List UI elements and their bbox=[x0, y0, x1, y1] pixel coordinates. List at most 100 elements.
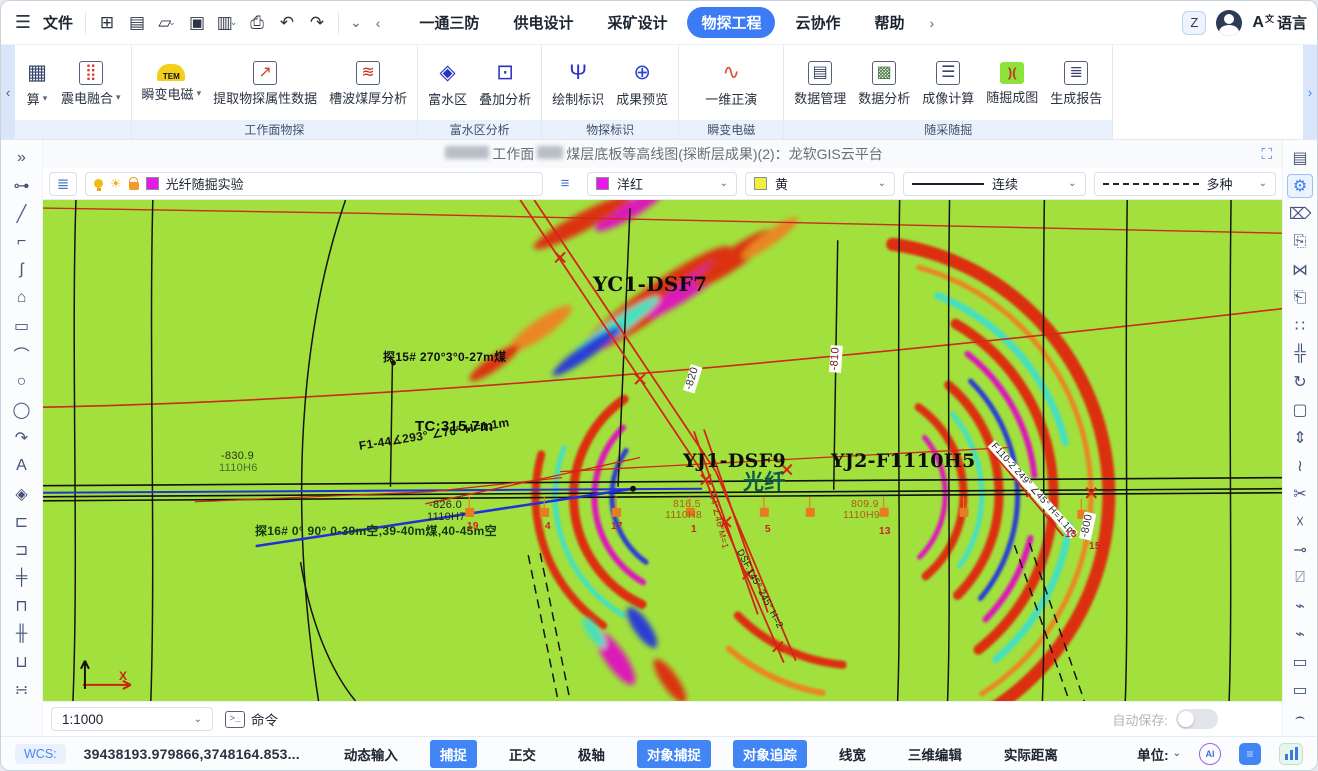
fullscreen-icon[interactable]: ⛶ bbox=[1261, 146, 1272, 163]
text-tool-icon[interactable]: A bbox=[9, 454, 35, 478]
group-icon[interactable]: ∷ bbox=[1287, 314, 1313, 338]
status-toggle-捕捉[interactable]: 捕捉 bbox=[430, 740, 477, 768]
language-switcher[interactable]: A文 语言 bbox=[1252, 12, 1307, 33]
user-avatar[interactable] bbox=[1216, 10, 1242, 36]
spline-tool-icon[interactable]: ʃ bbox=[9, 258, 35, 282]
scale-dropdown[interactable]: 1:1000 ⌄ bbox=[51, 707, 213, 731]
redo-icon[interactable]: ↷ bbox=[304, 10, 330, 36]
ribbon-item-extract-geophysical-attributes[interactable]: ↗提取物探属性数据 bbox=[213, 61, 317, 107]
hatch-tool-icon[interactable]: ◈ bbox=[9, 482, 35, 506]
circle-tool-icon[interactable]: ○ bbox=[9, 370, 35, 394]
align-middle-icon[interactable]: ╫ bbox=[9, 622, 35, 646]
ellipse-tool-icon[interactable]: ◯ bbox=[9, 398, 35, 422]
layer-stack-icon[interactable]: ≡ bbox=[551, 172, 579, 196]
line-tool-icon[interactable]: ╱ bbox=[9, 202, 35, 226]
polygon-tool-icon[interactable]: ⌂ bbox=[9, 286, 35, 310]
panel-settings-icon[interactable]: ⚙ bbox=[1287, 174, 1313, 198]
ribbon-item-overlay-analysis[interactable]: ⊡叠加分析 bbox=[479, 60, 531, 108]
layer-freeze-icon[interactable]: ☀ bbox=[110, 176, 122, 192]
ai-assistant-icon[interactable]: AI bbox=[1199, 743, 1221, 765]
tabs-scroll-right-icon[interactable]: › bbox=[927, 15, 938, 31]
ribbon-item-calc-tool[interactable]: ▦算▾ bbox=[25, 60, 49, 108]
distribute-icon[interactable]: ∺ bbox=[9, 678, 35, 702]
select-box-icon[interactable]: ▢ bbox=[1287, 398, 1313, 422]
ribbon-item-generate-report[interactable]: ≣生成报告 bbox=[1050, 61, 1102, 107]
breakline-alt-icon[interactable]: ⌁ bbox=[1287, 622, 1313, 646]
delete-icon[interactable]: ⌦ bbox=[1287, 202, 1313, 226]
breakline-icon[interactable]: ⌁ bbox=[1287, 594, 1313, 618]
layer-on-icon[interactable] bbox=[94, 179, 103, 188]
export-file-icon[interactable]: ▥⌄ bbox=[214, 10, 240, 36]
ribbon-item-channel-wave-thickness[interactable]: ≋槽波煤厚分析 bbox=[329, 61, 407, 107]
units-dropdown[interactable]: 单位: ⌄ bbox=[1137, 744, 1181, 764]
ribbon-item-data-analysis[interactable]: ▩数据分析 bbox=[858, 61, 910, 107]
status-toggle-极轴[interactable]: 极轴 bbox=[568, 740, 615, 768]
move-icon[interactable]: ╬ bbox=[1287, 342, 1313, 366]
align-right-icon[interactable]: ⊐ bbox=[9, 538, 35, 562]
autosave-toggle[interactable] bbox=[1176, 709, 1218, 729]
status-toggle-动态输入[interactable]: 动态输入 bbox=[334, 740, 408, 768]
tab-云协作[interactable]: 云协作 bbox=[781, 7, 854, 38]
ribbon-scroll-right-icon[interactable]: › bbox=[1303, 45, 1317, 139]
align-left-icon[interactable]: ⊏ bbox=[9, 510, 35, 534]
curve-tool-icon[interactable]: ↷ bbox=[9, 426, 35, 450]
ribbon-item-one-d-forward-modeling[interactable]: ∿一维正演 bbox=[705, 60, 757, 108]
rotate-icon[interactable]: ↻ bbox=[1287, 370, 1313, 394]
file-menu[interactable]: 文件 bbox=[43, 12, 73, 33]
status-toggle-对象追踪[interactable]: 对象追踪 bbox=[733, 740, 807, 768]
mirror-icon[interactable]: ⋈ bbox=[1287, 258, 1313, 282]
tab-采矿设计[interactable]: 采矿设计 bbox=[593, 7, 681, 38]
hamburger-menu-icon[interactable]: ☰ bbox=[11, 12, 35, 33]
linetype-dropdown[interactable]: 连续 ⌄ bbox=[903, 172, 1086, 196]
tab-帮助[interactable]: 帮助 bbox=[861, 7, 919, 38]
status-toggle-线宽[interactable]: 线宽 bbox=[829, 740, 876, 768]
tab-供电设计[interactable]: 供电设计 bbox=[499, 7, 587, 38]
layer-color-swatch[interactable] bbox=[146, 177, 159, 190]
chart-panel-icon[interactable] bbox=[1279, 743, 1303, 765]
print-icon[interactable]: ⎙ bbox=[244, 10, 270, 36]
ribbon-item-water-rich-zone[interactable]: ◈富水区 bbox=[428, 60, 467, 108]
ribbon-item-tunneling-mapping[interactable]: )(随掘成图 bbox=[986, 62, 1038, 106]
color-dropdown[interactable]: 洋红 ⌄ bbox=[587, 172, 737, 196]
polyline-tool-icon[interactable]: ⌐ bbox=[9, 230, 35, 254]
save-icon[interactable]: ▣ bbox=[184, 10, 210, 36]
arc-segment-icon[interactable]: ⌢ bbox=[1287, 706, 1313, 730]
align-center-h-icon[interactable]: ╪ bbox=[9, 566, 35, 590]
map-canvas[interactable]: YC1-DSF7探15# 270°3°0-27m煤TC:315.7m-830.9… bbox=[43, 200, 1282, 701]
stretch-icon[interactable]: ⇕ bbox=[1287, 426, 1313, 450]
ribbon-item-imaging-computation[interactable]: ☰成像计算 bbox=[922, 61, 974, 107]
ribbon-scroll-left-icon[interactable]: ‹ bbox=[1, 45, 15, 139]
status-toggle-正交[interactable]: 正交 bbox=[499, 740, 546, 768]
rect-node-icon[interactable]: ▭ bbox=[1287, 650, 1313, 674]
break-icon[interactable]: ☓ bbox=[1287, 510, 1313, 534]
align-top-icon[interactable]: ⊓ bbox=[9, 594, 35, 618]
command-line-button[interactable]: >_ 命令 bbox=[225, 709, 278, 729]
fill-color-dropdown[interactable]: 黄 ⌄ bbox=[745, 172, 895, 196]
trim-icon[interactable]: ✂ bbox=[1287, 482, 1313, 506]
rectangle-tool-icon[interactable]: ▭ bbox=[9, 314, 35, 338]
tabs-scroll-left-icon[interactable]: ‹ bbox=[373, 15, 384, 31]
ribbon-item-transient-em[interactable]: TEM瞬变电磁▾ bbox=[142, 64, 202, 103]
wcs-badge[interactable]: WCS: bbox=[15, 744, 66, 764]
expand-panel-icon[interactable]: » bbox=[9, 146, 35, 170]
break-point-icon[interactable]: ⊸ bbox=[1287, 538, 1313, 562]
tab-一通三防[interactable]: 一通三防 bbox=[405, 7, 493, 38]
ribbon-item-draw-marker[interactable]: Ψ绘制标识 bbox=[552, 60, 604, 108]
ribbon-item-result-preview[interactable]: ⊕成果预览 bbox=[616, 60, 668, 108]
file-audit-icon[interactable]: ▤ bbox=[124, 10, 150, 36]
point-tool-icon[interactable]: ⊶ bbox=[9, 174, 35, 198]
status-toggle-三维编辑[interactable]: 三维编辑 bbox=[898, 740, 972, 768]
tab-物探工程[interactable]: 物探工程 bbox=[687, 7, 775, 38]
ribbon-item-seismic-electric-fusion[interactable]: ⣿震电融合▾ bbox=[61, 61, 121, 107]
status-toggle-对象捕捉[interactable]: 对象捕捉 bbox=[637, 740, 711, 768]
new-file-icon[interactable]: ⊞ bbox=[94, 10, 120, 36]
layer-manager-icon[interactable]: ≣ bbox=[49, 172, 77, 196]
layer-unlock-icon[interactable] bbox=[129, 182, 139, 190]
current-layer-field[interactable]: ☀ 光纤随掘实验 bbox=[85, 172, 543, 196]
status-toggle-实际距离[interactable]: 实际距离 bbox=[994, 740, 1068, 768]
workspace-badge[interactable]: Z bbox=[1182, 11, 1206, 35]
ribbon-item-data-management[interactable]: ▤数据管理 bbox=[794, 61, 846, 107]
stamp-icon[interactable]: ⎗ bbox=[1287, 286, 1313, 310]
open-file-icon[interactable]: ▱⌄ bbox=[154, 10, 180, 36]
spring-icon[interactable]: ≀ bbox=[1287, 454, 1313, 478]
